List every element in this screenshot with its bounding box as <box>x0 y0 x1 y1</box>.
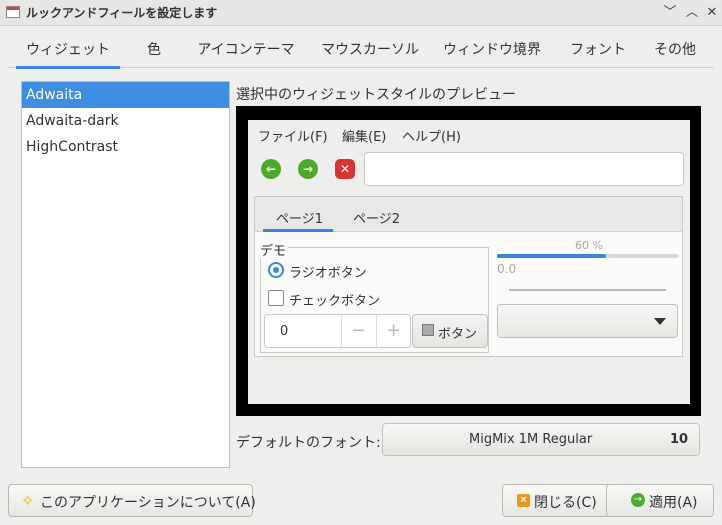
scale-value: 0.0 <box>497 262 517 276</box>
menu-file[interactable]: ファイル(F) <box>258 126 328 145</box>
close-icon[interactable]: ✕ <box>702 3 722 23</box>
tab-bar: ウィジェット 色 アイコンテーマ マウスカーソル ウィンドウ境界 フォント その… <box>8 32 714 69</box>
close-x-icon: ✕ <box>517 494 530 507</box>
preview-entry[interactable] <box>364 152 684 186</box>
notebook-tab-page2[interactable]: ページ2 <box>353 208 400 227</box>
go-forward-icon[interactable]: → <box>298 159 318 179</box>
default-font-label: デフォルトのフォント: <box>236 435 381 451</box>
tab-widget[interactable]: ウィジェット <box>16 32 120 69</box>
notebook-tab-indicator <box>263 229 333 232</box>
minimize-icon[interactable]: ﹀ <box>660 3 680 23</box>
font-size[interactable]: 10 <box>670 432 688 447</box>
go-back-icon[interactable]: ← <box>261 159 281 179</box>
radio-button[interactable] <box>268 262 284 278</box>
notebook-tab-page1[interactable]: ページ1 <box>276 208 323 227</box>
apply-icon: → <box>631 493 645 507</box>
star-icon: ✧ <box>21 491 35 510</box>
close-button-label[interactable]: 閉じる(C) <box>534 492 597 512</box>
chevron-down-icon <box>654 318 666 325</box>
progress-bar-fill <box>497 254 606 258</box>
menu-help[interactable]: ヘルプ(H) <box>402 126 461 145</box>
preview-heading: 選択中のウィジェットスタイルのプレビュー <box>236 87 516 103</box>
menu-edit[interactable]: 編集(E) <box>342 126 386 145</box>
scale-slider[interactable] <box>509 289 666 291</box>
tab-mouse-cursor[interactable]: マウスカーソル <box>314 32 426 68</box>
spin-value[interactable]: 0 <box>280 324 288 339</box>
progress-text: 60 % <box>575 239 603 252</box>
tab-other[interactable]: その他 <box>646 32 704 68</box>
tab-icon-theme[interactable]: アイコンテーマ <box>190 32 302 68</box>
spin-increment-button[interactable]: + <box>376 315 410 347</box>
app-icon <box>6 6 20 18</box>
apply-button-label[interactable]: 適用(A) <box>649 492 698 512</box>
tab-window-border[interactable]: ウィンドウ境界 <box>436 32 548 68</box>
theme-item-adwaita-dark[interactable]: Adwaita-dark <box>22 108 229 134</box>
theme-item-adwaita[interactable]: Adwaita <box>22 82 229 108</box>
tab-font[interactable]: フォント <box>560 32 636 68</box>
check-label[interactable]: チェックボタン <box>289 290 380 309</box>
radio-label[interactable]: ラジオボタン <box>289 262 367 281</box>
stop-icon[interactable]: ✕ <box>335 159 355 179</box>
theme-item-highcontrast[interactable]: HighContrast <box>22 134 229 160</box>
about-button-label[interactable]: このアプリケーションについて(A) <box>40 492 256 512</box>
theme-list[interactable]: Adwaita Adwaita-dark HighContrast <box>21 81 230 468</box>
check-button[interactable] <box>268 290 284 306</box>
combo-box[interactable] <box>497 304 678 338</box>
window-title: ルックアンドフィールを設定します <box>26 6 218 20</box>
maximize-icon[interactable]: ︿ <box>682 3 702 23</box>
font-name[interactable]: MigMix 1M Regular <box>469 432 592 447</box>
demo-frame-label: デモ <box>258 240 289 259</box>
search-icon <box>422 324 434 336</box>
demo-button-label[interactable]: ボタン <box>438 323 477 342</box>
spin-decrement-button[interactable]: − <box>341 315 375 347</box>
tab-color[interactable]: 色 <box>132 32 176 68</box>
